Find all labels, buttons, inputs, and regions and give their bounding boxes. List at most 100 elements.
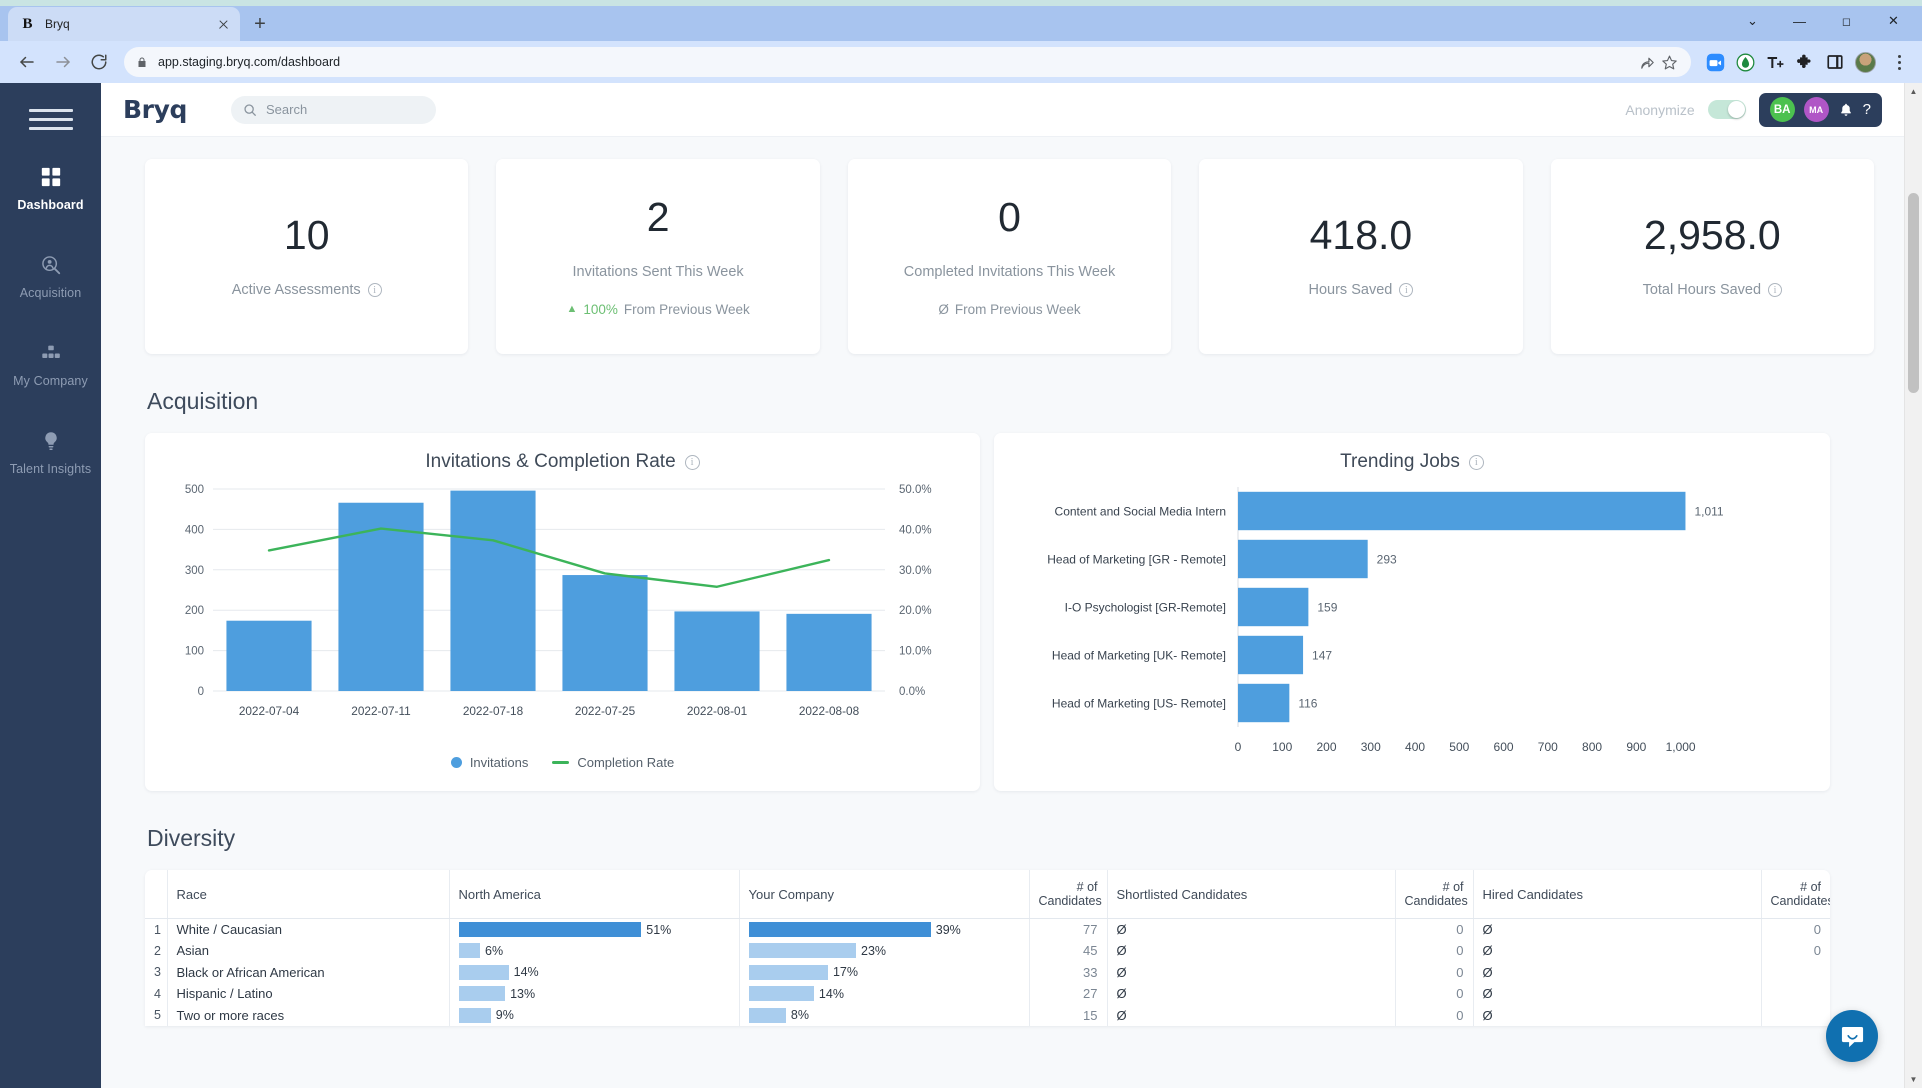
window-close-button[interactable]: ✕ (1871, 6, 1916, 36)
browser-menu-icon[interactable] (1886, 49, 1912, 75)
info-icon[interactable]: i (1768, 283, 1782, 297)
diversity-table-element: Race North America Your Company # of Can… (145, 870, 1830, 1026)
y2-tick-label: 40.0% (899, 524, 932, 536)
zoom-meeting-icon[interactable] (1705, 52, 1725, 72)
tab-favicon-icon: B (19, 16, 36, 33)
col-hired-candidates[interactable]: Hired Candidates (1473, 870, 1761, 919)
col-num-candidates-1[interactable]: # of Candidates (1029, 870, 1107, 919)
kpi-trend-pct: Ø (938, 302, 949, 317)
cell-north-america: 13% (449, 983, 739, 1005)
table-row[interactable]: 2Asian6%23%45Ø0Ø0 (145, 940, 1830, 962)
legend-item-completion-rate[interactable]: Completion Rate (552, 755, 674, 770)
category-label: Content and Social Media Intern (1055, 505, 1226, 519)
col-north-america[interactable]: North America (449, 870, 739, 919)
cell-north-america: 6% (449, 940, 739, 962)
trending-jobs-chart-svg[interactable]: 1,011Content and Social Media Intern293H… (1016, 479, 1808, 784)
page-scrollbar[interactable]: ▲ ▼ (1904, 83, 1922, 1088)
sidebar-item-label: Dashboard (17, 198, 83, 212)
info-icon[interactable]: i (1399, 283, 1413, 297)
window-tab-search-icon[interactable]: ⌄ (1730, 6, 1775, 36)
search-input[interactable] (266, 102, 424, 117)
bar (786, 614, 871, 691)
card-invitations-completion-rate: Invitations & Completion Rate i 01002003… (145, 433, 980, 791)
col-index (145, 870, 167, 919)
table-row[interactable]: 4Hispanic / Latino13%14%27Ø0Ø (145, 983, 1830, 1005)
tab-close-icon[interactable] (215, 16, 232, 33)
col-num-candidates-3[interactable]: # of Candidates (1761, 870, 1830, 919)
kpi-card-active-assessments: 10 Active Assessments i (145, 159, 468, 354)
avatar-ba[interactable]: BA (1770, 97, 1795, 122)
col-race[interactable]: Race (167, 870, 449, 919)
y-tick-label: 200 (185, 605, 204, 617)
cell-num-candidates-3: 0 (1761, 940, 1830, 962)
sidebar-item-my-company[interactable]: My Company (0, 328, 101, 396)
info-icon[interactable]: i (1469, 455, 1484, 470)
extension-shield-icon[interactable] (1735, 52, 1755, 72)
bell-icon[interactable] (1838, 102, 1854, 118)
table-row[interactable]: 1White / Caucasian51%39%77Ø0Ø0 (145, 919, 1830, 941)
table-row[interactable]: 3Black or African American14%17%33Ø0Ø (145, 962, 1830, 984)
sidebar-item-label: Talent Insights (10, 462, 91, 476)
scrollbar-thumb[interactable] (1908, 193, 1919, 393)
sidebar-item-acquisition[interactable]: Acquisition (0, 240, 101, 308)
category-label: Head of Marketing [GR - Remote] (1047, 553, 1226, 567)
window-minimize-button[interactable]: — (1777, 6, 1822, 36)
info-icon[interactable]: i (685, 455, 700, 470)
forward-icon[interactable] (46, 45, 80, 79)
y-tick-label: 0 (198, 686, 204, 698)
cell-num-candidates-3: 0 (1761, 919, 1830, 941)
app-logo: Bryq (123, 95, 187, 124)
cell-shortlisted-candidates: Ø (1107, 1005, 1395, 1027)
info-icon[interactable]: i (368, 283, 382, 297)
cell-hired-candidates: Ø (1473, 983, 1761, 1005)
browser-profile-avatar[interactable] (1855, 52, 1876, 73)
address-bar[interactable]: app.staging.bryq.com/dashboard (124, 47, 1691, 77)
bar (450, 491, 535, 691)
back-icon[interactable] (10, 45, 44, 79)
legend-item-invitations[interactable]: Invitations (451, 755, 529, 770)
browser-tab[interactable]: B Bryq (8, 7, 240, 41)
search-box[interactable] (231, 96, 436, 124)
kpi-value: 10 (284, 215, 330, 256)
avatar-ma[interactable]: MA (1804, 97, 1829, 122)
cell-your-company: 14% (739, 983, 1029, 1005)
window-maximize-button[interactable]: ◻ (1824, 6, 1869, 36)
cell-num-candidates-3 (1761, 983, 1830, 1005)
cell-num-candidates-2: 0 (1395, 962, 1473, 984)
help-button[interactable]: ? (1863, 101, 1871, 118)
x-tick-label: 2022-07-25 (575, 704, 636, 718)
share-icon[interactable] (1637, 52, 1657, 72)
star-icon[interactable] (1659, 52, 1679, 72)
side-panel-icon[interactable] (1825, 52, 1845, 72)
sidebar-item-dashboard[interactable]: Dashboard (0, 152, 101, 220)
anonymize-toggle[interactable] (1708, 100, 1746, 119)
reload-icon[interactable] (82, 45, 116, 79)
sidebar-item-label: My Company (13, 374, 88, 388)
table-row[interactable]: 5Two or more races9%8%15Ø0Ø (145, 1005, 1830, 1027)
cell-north-america: 51% (449, 919, 739, 941)
col-num-candidates-2[interactable]: # of Candidates (1395, 870, 1473, 919)
window-accent-bar (0, 0, 1922, 6)
cell-num-candidates-2: 0 (1395, 983, 1473, 1005)
bar-value-label: 293 (1377, 553, 1397, 567)
kpi-trend-pct: 100% (583, 302, 618, 317)
new-tab-button[interactable]: + (246, 10, 274, 38)
bar (562, 575, 647, 691)
col-shortlisted-candidates[interactable]: Shortlisted Candidates (1107, 870, 1395, 919)
sidebar-item-talent-insights[interactable]: Talent Insights (0, 416, 101, 484)
cell-race: Asian (167, 940, 449, 962)
scroll-down-icon[interactable]: ▼ (1905, 1071, 1922, 1088)
cell-race: Two or more races (167, 1005, 449, 1027)
category-label: I-O Psychologist [GR-Remote] (1065, 601, 1226, 615)
text-size-icon[interactable] (1765, 52, 1785, 72)
x-tick-label: 600 (1494, 740, 1514, 754)
puzzle-extensions-icon[interactable] (1795, 52, 1815, 72)
kpi-label-row: Completed Invitations This Week (904, 264, 1115, 280)
col-your-company[interactable]: Your Company (739, 870, 1029, 919)
invitations-chart-svg[interactable]: 01002003004005000.0%10.0%20.0%30.0%40.0%… (167, 479, 957, 751)
scroll-up-icon[interactable]: ▲ (1905, 83, 1922, 100)
x-tick-label: 900 (1626, 740, 1646, 754)
chat-widget-button[interactable] (1826, 1010, 1878, 1062)
card-trending-jobs: Trending Jobs i 1,011Content and Social … (994, 433, 1830, 791)
hamburger-menu-icon[interactable] (29, 109, 73, 130)
